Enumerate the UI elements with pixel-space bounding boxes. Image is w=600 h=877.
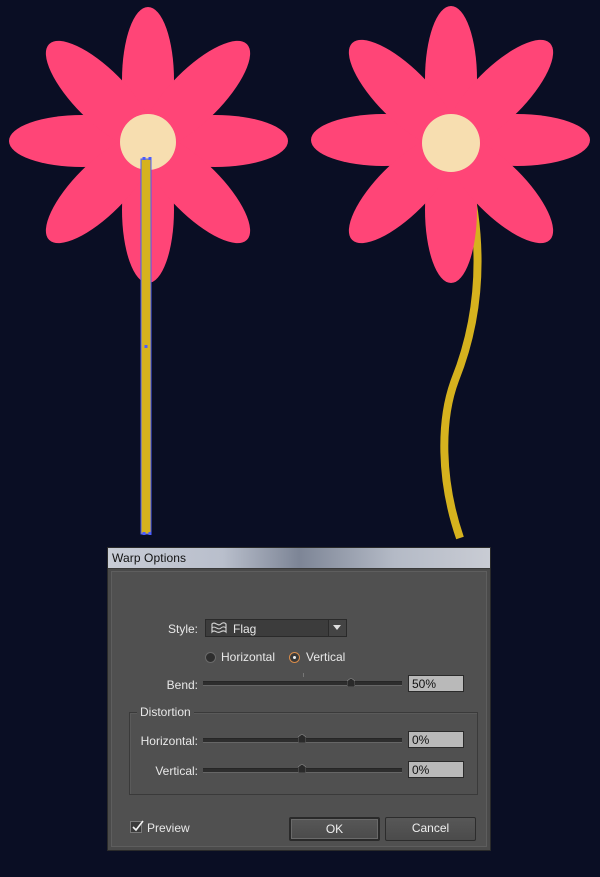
- preview-label[interactable]: Preview: [147, 821, 190, 835]
- preview-checkbox[interactable]: [130, 820, 144, 833]
- style-dropdown-button[interactable]: [328, 620, 346, 636]
- ok-button[interactable]: OK: [289, 817, 380, 841]
- distortion-horizontal-label: Horizontal:: [140, 734, 198, 748]
- checkmark-icon: [132, 820, 144, 832]
- distortion-group: [129, 712, 478, 795]
- chevron-down-icon: [333, 625, 341, 630]
- distortion-vertical-thumb[interactable]: [298, 764, 306, 773]
- flower-right: [311, 6, 590, 540]
- style-dropdown[interactable]: Flag: [205, 619, 347, 637]
- horizontal-radio[interactable]: [205, 652, 216, 663]
- distortion-vertical-label: Vertical:: [155, 764, 198, 778]
- distortion-horizontal-field[interactable]: 0%: [408, 731, 464, 748]
- dialog-titlebar[interactable]: Warp Options: [108, 548, 490, 569]
- horizontal-radio-label[interactable]: Horizontal: [221, 650, 275, 664]
- dialog-title: Warp Options: [112, 551, 187, 565]
- flower-center-right: [422, 114, 480, 172]
- flower-left: [9, 7, 288, 535]
- bend-label: Bend:: [166, 678, 198, 692]
- distortion-title: Distortion: [137, 705, 194, 719]
- distortion-horizontal-thumb[interactable]: [298, 734, 306, 743]
- cancel-button[interactable]: Cancel: [385, 817, 476, 841]
- bend-slider-thumb[interactable]: [347, 678, 355, 687]
- vertical-radio[interactable]: [289, 652, 300, 663]
- distortion-vertical-field[interactable]: 0%: [408, 761, 464, 778]
- warp-options-dialog: Warp Options Style: Flag Horizontal Vert…: [107, 547, 491, 851]
- flag-warp-icon: [211, 622, 227, 634]
- style-label: Style:: [167, 622, 198, 636]
- bend-value-field[interactable]: 50%: [408, 675, 464, 692]
- bend-center-tick: [303, 673, 304, 677]
- bend-slider-track[interactable]: [203, 681, 402, 686]
- stem-left-selected[interactable]: [140, 157, 152, 535]
- style-value: Flag: [233, 622, 257, 636]
- dialog-body: Style: Flag Horizontal Vertical Bend: 50…: [111, 571, 487, 847]
- vertical-radio-label[interactable]: Vertical: [306, 650, 345, 664]
